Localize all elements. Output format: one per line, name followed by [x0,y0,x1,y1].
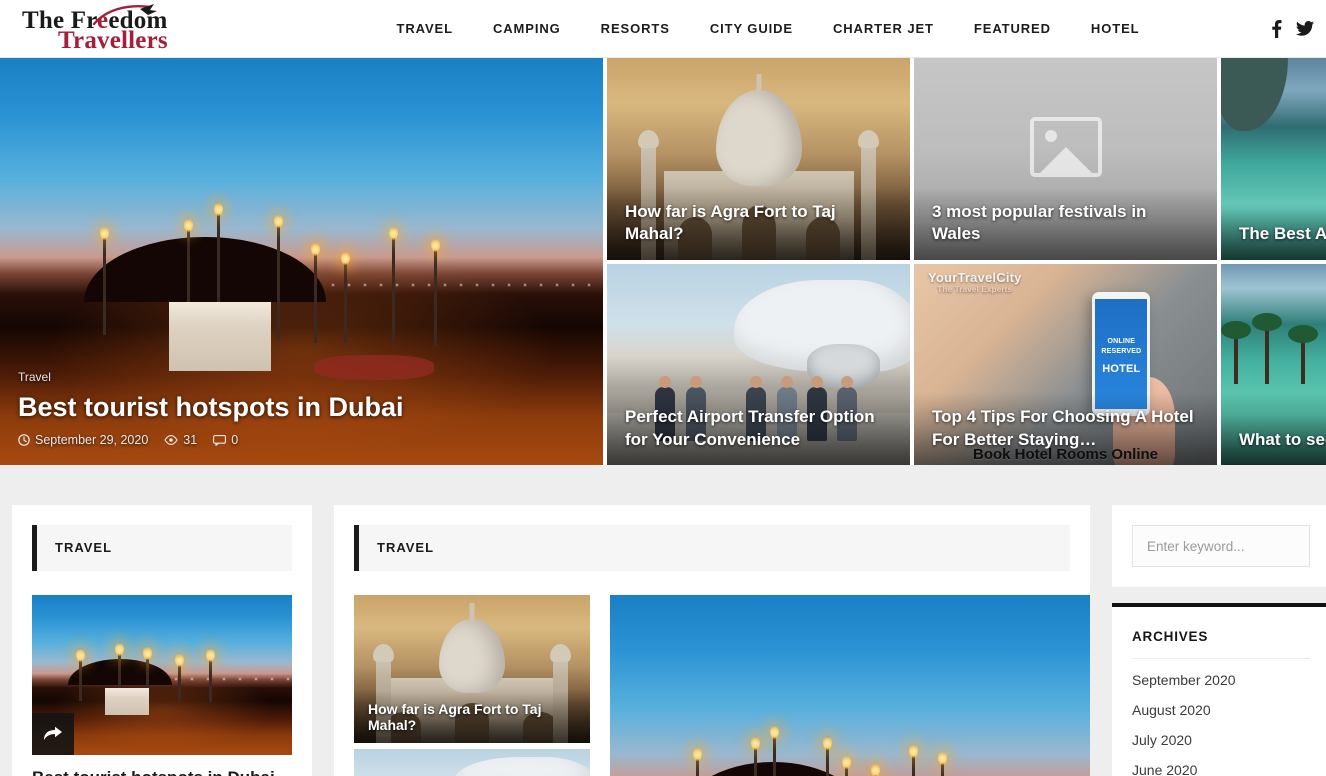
main-navigation: TRAVEL CAMPING RESORTS CITY GUIDE CHARTE… [300,21,1236,36]
clock-icon [18,434,30,446]
left-column: TRAVEL Best to [12,505,312,776]
card-title[interactable]: The Best An… Florida [1239,223,1326,245]
featured-posts-grid: Travel Best tourist hotspots in Dubai Se… [0,58,1326,465]
featured-post-wales-festivals[interactable]: 3 most popular festivals in Wales [914,58,1217,260]
archives-widget: ARCHIVES September 2020 August 2020 July… [1112,603,1326,776]
featured-post-main[interactable]: Travel Best tourist hotspots in Dubai Se… [0,58,603,465]
logo-graphic: The Freedom Travellers [22,3,192,54]
archive-item-june-2020[interactable]: June 2020 [1132,755,1310,776]
section-header-travel-mid: TRAVEL [354,525,1070,571]
mid-card-airport[interactable] [354,749,590,776]
phone-line-2: RESERVED [1101,348,1142,356]
sidebar: ARCHIVES September 2020 August 2020 July… [1112,505,1326,776]
section-title: TRAVEL [55,540,113,555]
archive-item-september-2020[interactable]: September 2020 [1132,665,1310,695]
post-comments-count: 0 [231,433,239,447]
featured-post-florida[interactable]: The Best An… Florida [1221,58,1326,260]
airport-photo-small [354,749,590,776]
nav-item-camping[interactable]: CAMPING [473,21,581,36]
comment-icon [213,434,227,446]
featured-post-meta: September 29, 2020 31 0 [18,433,603,447]
mid-travel-panel: TRAVEL How far is Agra Fort to Taj Mahal… [334,505,1090,776]
mid-card-title[interactable]: How far is Agra Fort to Taj Mahal? [354,691,590,743]
mid-small-cards: How far is Agra Fort to Taj Mahal? [354,595,590,776]
card-title[interactable]: How far is Agra Fort to Taj Mahal? [625,201,892,246]
search-widget [1112,505,1326,587]
post-views: 31 [164,433,197,447]
featured-column-2: How far is Agra Fort to Taj Mahal? Perfe… [607,58,910,465]
nav-item-travel[interactable]: TRAVEL [377,21,473,36]
post-date: September 29, 2020 [18,433,148,447]
card-title[interactable]: Perfect Airport Transfer Option for Your… [625,406,892,451]
dubai-desert-photo-large [610,595,1090,776]
card-title[interactable]: What to see… you cannot… [1239,429,1326,451]
left-travel-panel: TRAVEL Best to [12,505,312,776]
twitter-icon[interactable] [1296,20,1314,37]
archive-item-august-2020[interactable]: August 2020 [1132,695,1310,725]
share-arrow-icon [44,726,62,740]
hotel-watermark: YourTravelCity The Travel Experts [928,270,1022,294]
left-post-title[interactable]: Best tourist hotspots in Dubai [32,767,292,776]
airplane-swoosh-icon [92,3,157,25]
nav-item-charter-jet[interactable]: CHARTER JET [813,21,954,36]
archives-title: ARCHIVES [1132,629,1310,659]
hotel-watermark-tagline: The Travel Experts [937,284,1013,294]
nav-item-resorts[interactable]: RESORTS [581,21,690,36]
site-header: The Freedom Travellers TRAVEL CAMPING RE… [0,0,1326,58]
post-comments: 0 [213,433,238,447]
featured-post-what-to-see[interactable]: What to see… you cannot… [1221,263,1326,465]
featured-column-4: The Best An… Florida What to see… you ca… [1221,58,1326,465]
post-views-count: 31 [183,433,198,447]
phone-line-3: HOTEL [1102,363,1141,376]
section-header-travel-left: TRAVEL [32,525,292,571]
featured-post-taj-mahal[interactable]: How far is Agra Fort to Taj Mahal? [607,58,910,260]
card-title[interactable]: 3 most popular festivals in Wales [932,201,1199,246]
featured-category-label[interactable]: Travel [18,370,51,384]
post-date-text: September 29, 2020 [35,433,149,447]
mid-card-dubai[interactable] [610,595,1090,776]
left-post-thumbnail[interactable] [32,595,292,755]
featured-post-hotel-tips[interactable]: YourTravelCity The Travel Experts ONLINE… [914,263,1217,465]
main-content: TRAVEL Best to [0,465,1326,776]
share-button[interactable] [32,713,74,755]
featured-post-title[interactable]: Best tourist hotspots in Dubai [18,391,603,423]
site-logo[interactable]: The Freedom Travellers [0,0,300,58]
featured-post-airport-transfer[interactable]: Perfect Airport Transfer Option for Your… [607,263,910,465]
card-title[interactable]: Top 4 Tips For Choosing A Hotel For Bett… [932,406,1199,451]
nav-item-hotel[interactable]: HOTEL [1071,21,1160,36]
archives-list: September 2020 August 2020 July 2020 Jun… [1132,659,1310,776]
mid-large-card-wrap [610,595,1090,776]
mid-card-taj-mahal[interactable]: How far is Agra Fort to Taj Mahal? [354,595,590,743]
social-links [1236,19,1326,38]
nav-item-featured[interactable]: FEATURED [954,21,1071,36]
phone-line-1: ONLINE [1107,338,1136,346]
archive-item-july-2020[interactable]: July 2020 [1132,725,1310,755]
eye-icon [164,435,178,445]
nav-item-city-guide[interactable]: CITY GUIDE [690,21,813,36]
search-input[interactable] [1132,525,1310,567]
hotel-watermark-brand: YourTravelCity [928,269,1022,285]
image-placeholder-icon [1029,116,1102,177]
section-title: TRAVEL [377,540,435,555]
facebook-icon[interactable] [1271,19,1282,38]
middle-column: TRAVEL How far is Agra Fort to Taj Mahal… [334,505,1090,776]
logo-line-2: Travellers [58,26,168,54]
featured-column-3: 3 most popular festivals in Wales YourTr… [914,58,1217,465]
